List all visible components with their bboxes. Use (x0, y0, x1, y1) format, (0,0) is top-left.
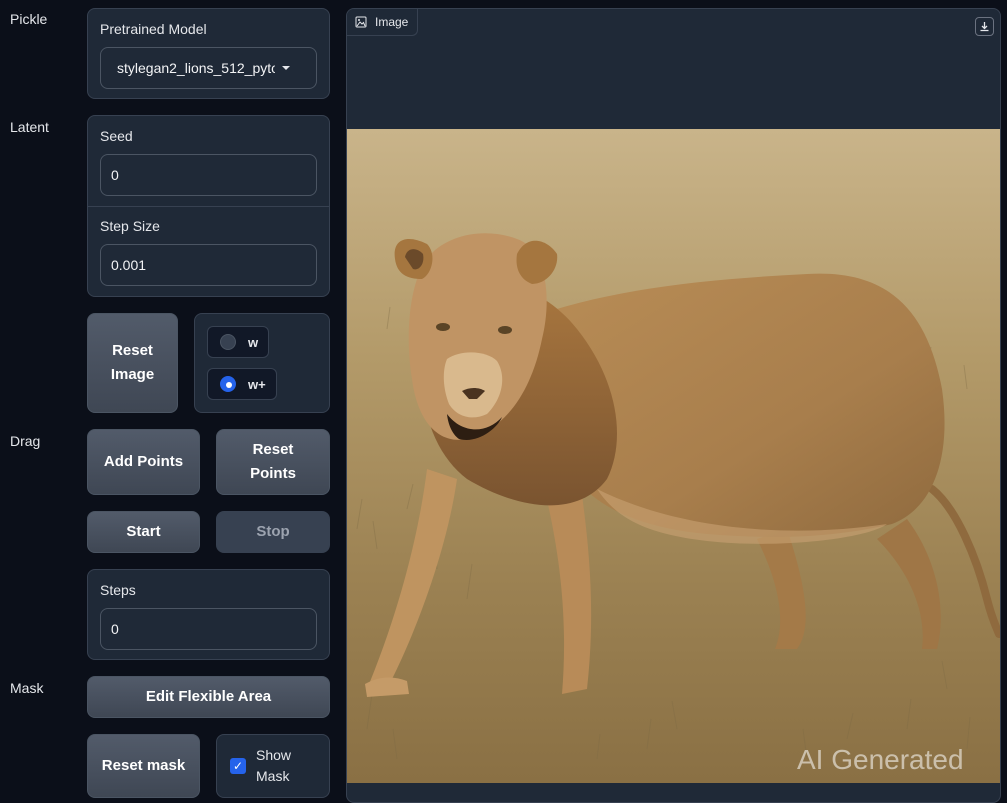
latent-space-radio-group: w w+ (194, 313, 330, 413)
divider (88, 206, 329, 207)
pretrained-model-dropdown[interactable]: stylegan2_lions_512_pytorch (100, 47, 317, 89)
download-button[interactable] (975, 17, 994, 36)
stop-button[interactable]: Stop (216, 511, 330, 553)
radio-option-w-plus[interactable]: w+ (207, 368, 277, 400)
section-label-mask: Mask (10, 680, 44, 696)
reset-image-button[interactable]: Reset Image (87, 313, 178, 413)
download-icon (980, 22, 989, 32)
show-mask-checkbox[interactable]: ✓ Show Mask (216, 734, 330, 798)
image-tab: Image (347, 9, 419, 36)
pretrained-model-label: Pretrained Model (100, 21, 207, 37)
image-icon (355, 16, 367, 28)
edit-flexible-area-button[interactable]: Edit Flexible Area (87, 676, 330, 718)
steps-label: Steps (100, 582, 136, 598)
steps-input[interactable]: 0 (100, 608, 317, 650)
reset-points-button[interactable]: Reset Points (216, 429, 330, 495)
lion-photo: AI Generated (347, 129, 1000, 783)
pretrained-model-panel: Pretrained Model stylegan2_lions_512_pyt… (87, 8, 330, 99)
section-label-latent: Latent (10, 119, 49, 135)
radio-checked-icon (220, 376, 236, 392)
radio-label-w-plus: w+ (248, 376, 266, 392)
seed-label: Seed (100, 128, 133, 144)
section-label-drag: Drag (10, 433, 41, 449)
image-tab-label: Image (375, 15, 409, 29)
seed-input[interactable]: 0 (100, 154, 317, 196)
pretrained-model-value: stylegan2_lions_512_pytorch (117, 60, 275, 76)
add-points-button[interactable]: Add Points (87, 429, 200, 495)
caret-down-icon (282, 66, 290, 70)
generated-lion-image[interactable]: AI Generated (347, 129, 1000, 783)
section-label-pickle: Pickle (10, 11, 48, 27)
radio-label-w: w (248, 334, 259, 350)
start-button[interactable]: Start (87, 511, 200, 553)
steps-panel: Steps 0 (87, 569, 330, 660)
latent-panel: Seed 0 Step Size 0.001 (87, 115, 330, 297)
radio-option-w[interactable]: w (207, 326, 270, 358)
reset-mask-button[interactable]: Reset mask (87, 734, 200, 798)
watermark-text: AI Generated (797, 744, 964, 775)
image-panel: Image AI Generated (346, 8, 1001, 803)
radio-unchecked-icon (220, 334, 236, 350)
step-size-input[interactable]: 0.001 (100, 244, 317, 286)
check-icon: ✓ (230, 758, 246, 774)
show-mask-label: Show Mask (256, 747, 292, 784)
step-size-label: Step Size (100, 218, 160, 234)
